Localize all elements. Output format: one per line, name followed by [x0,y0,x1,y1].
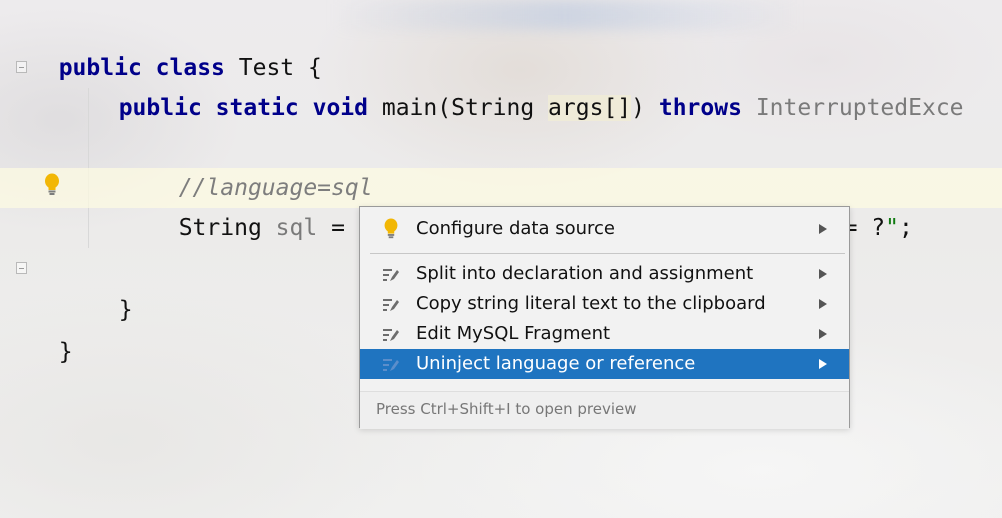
menu-item-label: Uninject language or reference [416,353,696,374]
popup-footer: Press Ctrl+Shift+I to open preview [360,391,849,429]
pencil-icon [383,359,399,371]
submenu-arrow-icon [819,329,827,339]
lightbulb-icon [384,218,398,239]
var-sql: sql [275,215,318,241]
submenu-arrow-icon [819,224,827,234]
keyword-public: public [118,95,202,121]
submenu-arrow-icon [819,299,827,309]
fold-marker-method-end[interactable] [16,262,27,274]
menu-item-split-declaration[interactable]: Split into declaration and assignment [360,259,849,289]
fold-marker-method-start[interactable] [16,61,27,73]
code-line-6[interactable]: } [31,292,73,365]
keyword-static: static [215,95,299,121]
keyword-void: void [312,95,368,121]
close-paren: ) [631,95,645,121]
close-brace-class: } [58,339,73,365]
submenu-arrow-icon [819,269,827,279]
menu-item-edit-mysql-fragment[interactable]: Edit MySQL Fragment [360,319,849,349]
menu-item-label: Split into declaration and assignment [416,263,754,284]
param-args: args[] [548,95,632,121]
code-line-1[interactable]: public class Test { [31,8,322,81]
exception-type: InterruptedExce [755,95,964,121]
semicolon: ; [898,215,913,241]
lightbulb-icon[interactable] [43,173,61,197]
intention-actions-popup: Configure data source Split into declara… [359,206,850,429]
preview-hint: Press Ctrl+Shift+I to open preview [376,400,637,418]
menu-item-configure-data-source[interactable]: Configure data source [360,214,849,244]
submenu-arrow-icon [819,359,827,369]
code-line-2[interactable]: public static void main(String args[]) t… [91,48,964,121]
menu-separator [370,253,845,254]
code-line-3[interactable]: //language=sql [151,128,373,201]
keyword-throws: throws [658,95,742,121]
menu-item-copy-string-literal[interactable]: Copy string literal text to the clipboar… [360,289,849,319]
code-line-4[interactable]: String sql = "select * from user where u… [151,168,913,241]
code-line-5[interactable]: } [91,250,133,323]
menu-item-label: Copy string literal text to the clipboar… [416,293,766,314]
menu-item-label: Configure data source [416,218,616,239]
pencil-icon [383,269,399,281]
menu-item-uninject-language[interactable]: Uninject language or reference [360,349,849,379]
type-string: String [178,215,262,241]
assign-op: = [331,215,345,241]
menu-item-label: Edit MySQL Fragment [416,323,611,344]
pencil-icon [383,299,399,311]
method-signature: main(String [381,95,535,121]
close-brace-method: } [118,297,133,323]
string-quote-close: " [885,215,899,241]
pencil-icon [383,329,399,341]
